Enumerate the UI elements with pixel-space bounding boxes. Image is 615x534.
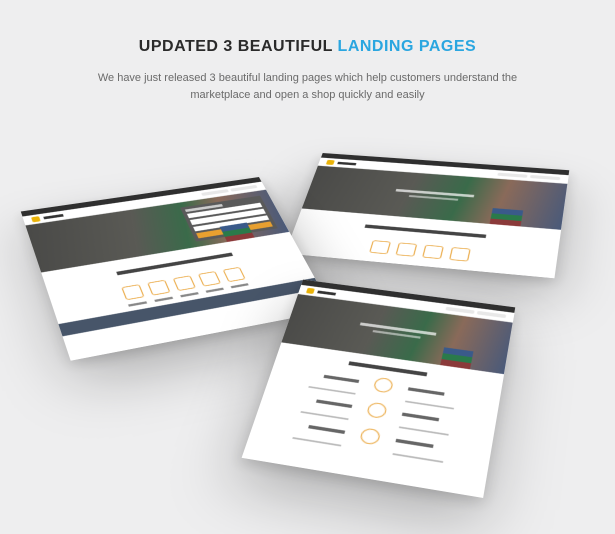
promo-header: UPDATED 3 BEAUTIFUL LANDING PAGES We hav… xyxy=(0,0,615,103)
feature-subtext xyxy=(405,401,454,410)
register-form xyxy=(180,196,278,242)
landing-page-mockup-2 xyxy=(285,153,570,278)
title-accent-part: LANDING PAGES xyxy=(338,38,477,55)
feature-circle-icon xyxy=(373,377,394,394)
feature-circle-icon xyxy=(359,427,381,445)
feature-icon xyxy=(173,275,196,291)
feature-icon xyxy=(396,242,418,256)
hero-title xyxy=(396,189,475,198)
feature-text xyxy=(308,425,345,434)
promo-subtitle: We have just released 3 beautiful landin… xyxy=(78,70,538,103)
feature-text xyxy=(316,399,352,408)
feature-icon xyxy=(223,267,246,282)
title-dark-part: UPDATED 3 BEAUTIFUL xyxy=(139,38,338,55)
brand-label xyxy=(317,290,336,295)
brand-label xyxy=(337,161,356,165)
feature-subtext xyxy=(392,453,443,463)
feature-subtext xyxy=(308,386,355,395)
mockup-stage xyxy=(0,123,615,523)
logo-icon xyxy=(31,216,41,222)
feature-text xyxy=(395,439,433,448)
feature-icon xyxy=(198,271,221,286)
feature-icon xyxy=(422,245,444,259)
logo-icon xyxy=(326,160,335,165)
hero-title xyxy=(360,322,437,335)
feature-circle-icon xyxy=(366,402,388,419)
feature-text xyxy=(402,413,439,422)
feature-text xyxy=(408,387,445,395)
feature-subtext xyxy=(292,437,341,446)
feature-text xyxy=(323,375,359,383)
feature-icon xyxy=(449,247,471,261)
promo-title: UPDATED 3 BEAUTIFUL LANDING PAGES xyxy=(0,38,615,56)
brand-label xyxy=(43,214,63,219)
logo-icon xyxy=(306,287,315,293)
feature-icon xyxy=(147,280,170,296)
feature-icon xyxy=(369,240,391,254)
feature-icon xyxy=(121,284,144,300)
feature-subtext xyxy=(399,426,449,435)
feature-subtext xyxy=(300,411,348,420)
feature-grid xyxy=(251,362,501,470)
